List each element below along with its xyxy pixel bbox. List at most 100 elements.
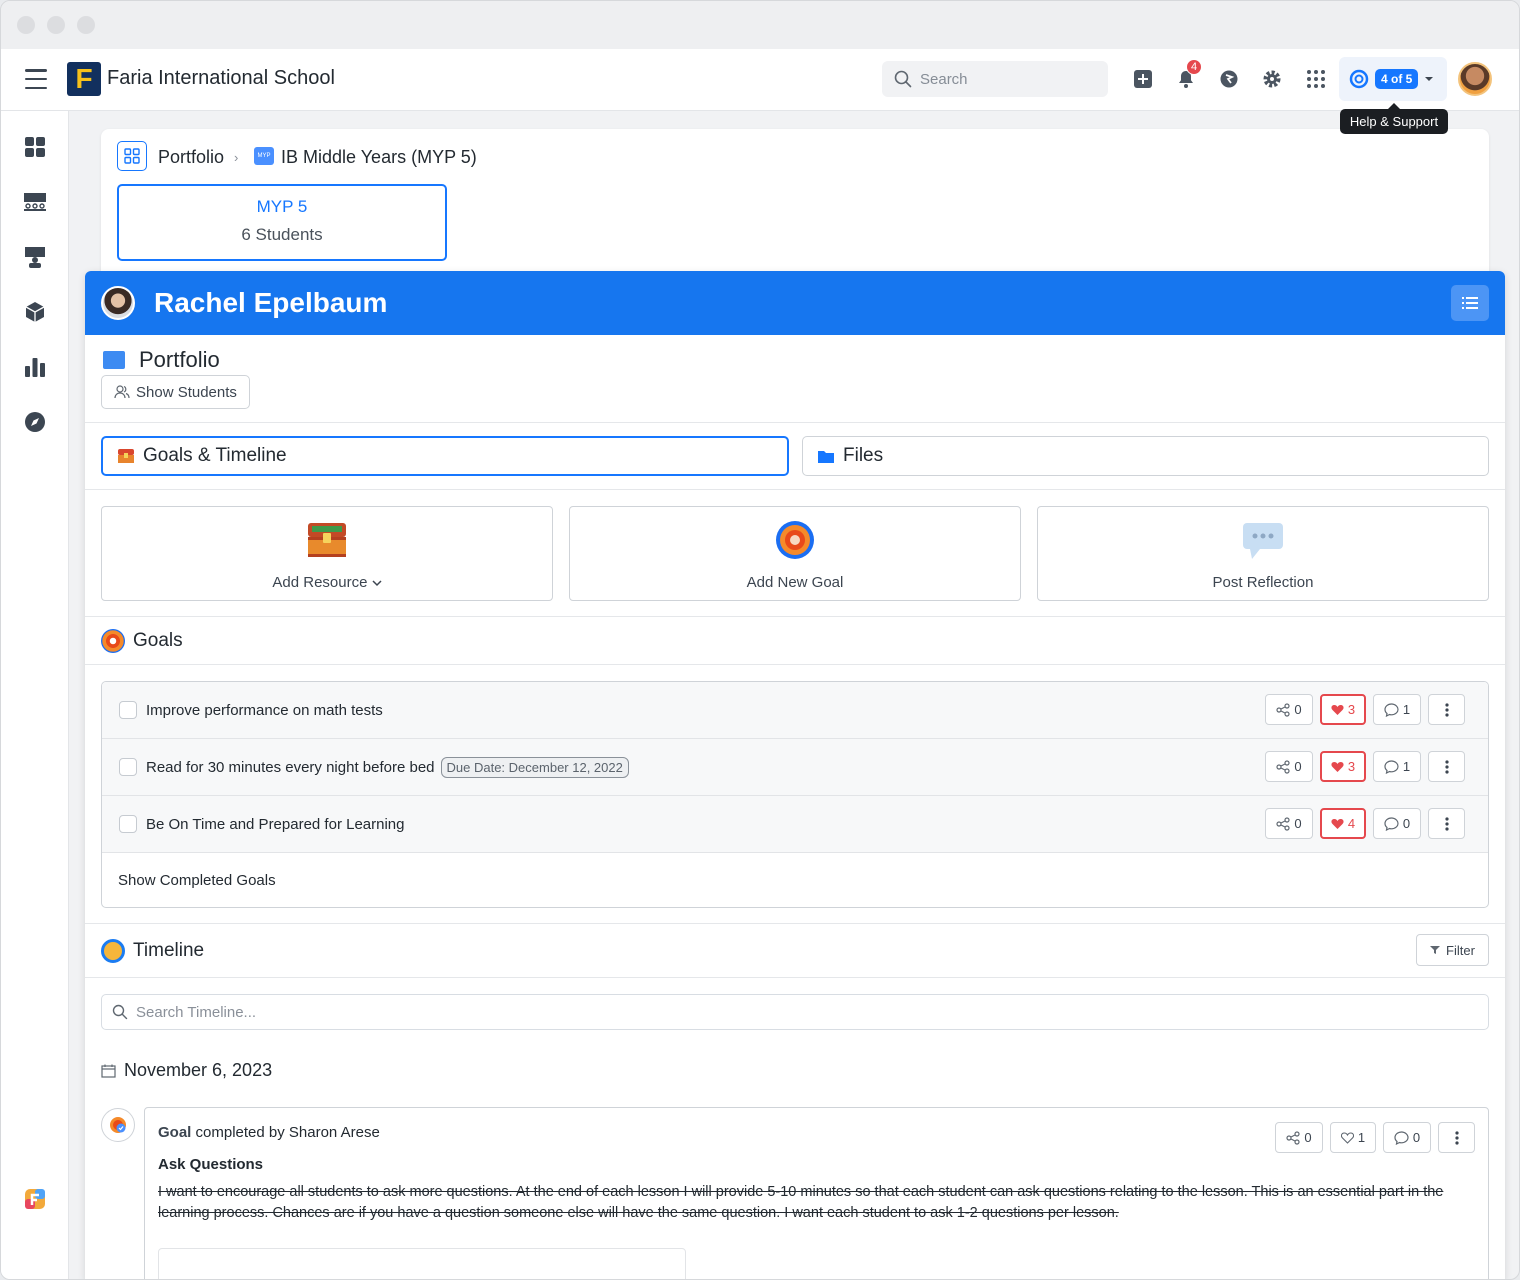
goal-share-button[interactable]: 0 <box>1265 751 1313 782</box>
goal-more-button[interactable] <box>1428 751 1465 782</box>
class-name: MYP 5 <box>256 197 308 216</box>
portfolio-heading: Portfolio <box>103 347 220 373</box>
post-meta: Goal completed by Sharon Arese <box>158 1124 380 1141</box>
goal-text[interactable]: Read for 30 minutes every night before b… <box>146 759 435 776</box>
tab-goals-timeline[interactable]: Goals & Timeline <box>101 436 789 476</box>
goal-like-button[interactable]: 3 <box>1320 751 1366 782</box>
sidebar-item-classes[interactable] <box>23 190 47 214</box>
sidebar-item-faria-app[interactable] <box>23 1187 47 1211</box>
goal-text[interactable]: Improve performance on math tests <box>146 702 383 719</box>
add-new-goal-label: Add New Goal <box>746 574 844 591</box>
settings-button[interactable] <box>1260 67 1284 91</box>
treasure-chest-icon <box>308 523 346 557</box>
share-icon <box>1276 816 1290 831</box>
window-minimize-dot[interactable] <box>47 16 65 34</box>
notifications-button[interactable]: 4 <box>1174 59 1202 91</box>
window-titlebar <box>1 1 1519 49</box>
tab-files[interactable]: Files <box>802 436 1489 476</box>
add-resource-button[interactable]: Add Resource <box>101 506 553 601</box>
goal-comment-button[interactable]: 1 <box>1373 751 1421 782</box>
goal-checkbox[interactable] <box>119 758 137 776</box>
left-sidebar <box>1 111 69 1279</box>
sidebar-item-teaching[interactable] <box>23 245 47 269</box>
post-body: I want to encourage all students to ask … <box>158 1184 1444 1221</box>
school-name[interactable]: Faria International School <box>107 67 335 90</box>
class-card-myp5[interactable]: MYP 5 6 Students <box>117 184 447 261</box>
comment-icon <box>1384 702 1399 717</box>
add-button[interactable] <box>1131 67 1155 91</box>
timeline-post-avatar <box>101 1108 135 1142</box>
window-close-dot[interactable] <box>17 16 35 34</box>
student-list-button[interactable] <box>1451 285 1489 321</box>
show-completed-goals-button[interactable]: Show Completed Goals <box>102 853 1488 907</box>
post-like-button[interactable]: 1 <box>1330 1122 1376 1153</box>
sidebar-item-resources[interactable] <box>23 300 47 324</box>
user-avatar[interactable] <box>1458 62 1492 96</box>
goal-checkbox[interactable] <box>119 701 137 719</box>
goals-list: Improve performance on math tests 0 3 1 … <box>101 681 1489 908</box>
post-reflection-button[interactable]: Post Reflection <box>1037 506 1489 601</box>
more-vertical-icon <box>1444 702 1449 717</box>
post-title: Ask Questions <box>158 1156 264 1173</box>
global-search-input[interactable]: Search <box>882 61 1108 97</box>
heart-icon <box>1331 761 1344 772</box>
folder-icon <box>818 450 834 463</box>
compass-icon <box>25 412 45 432</box>
top-navigation-bar: F Faria International School Search 4 4 … <box>1 49 1519 111</box>
divider <box>85 923 1505 924</box>
sidebar-item-explore[interactable] <box>23 410 47 434</box>
window-maximize-dot[interactable] <box>77 16 95 34</box>
menu-icon[interactable] <box>25 69 47 89</box>
school-logo[interactable]: F <box>67 62 101 96</box>
search-icon <box>112 1004 128 1020</box>
portfolio-grid-button[interactable] <box>117 141 147 171</box>
cube-icon <box>25 302 45 322</box>
sidebar-item-reports[interactable] <box>23 355 47 379</box>
dashboard-icon <box>25 137 45 157</box>
breadcrumb-current-program[interactable]: IB Middle Years (MYP 5) <box>281 147 477 168</box>
goal-more-button[interactable] <box>1428 694 1465 725</box>
timeline-search-input[interactable]: Search Timeline... <box>101 994 1489 1030</box>
post-share-button[interactable]: 0 <box>1275 1122 1323 1153</box>
goal-comment-button[interactable]: 0 <box>1373 808 1421 839</box>
help-support-button[interactable]: 4 of 5 <box>1339 57 1447 101</box>
breadcrumb-portfolio-link[interactable]: Portfolio <box>158 147 224 168</box>
goals-title: Goals <box>133 630 183 651</box>
goals-heading: Goals <box>101 629 183 653</box>
more-vertical-icon <box>1444 759 1449 774</box>
goal-row: Be On Time and Prepared for Learning 0 4… <box>102 796 1488 853</box>
timeline-date: November 6, 2023 <box>124 1060 273 1080</box>
timeline-filter-button[interactable]: Filter <box>1416 934 1489 966</box>
search-placeholder: Search <box>920 70 968 88</box>
caret-down-icon <box>1425 77 1434 81</box>
post-comment-button[interactable]: 0 <box>1383 1122 1431 1153</box>
gear-icon <box>1263 70 1281 88</box>
treasure-chest-icon <box>118 449 134 463</box>
goal-completed-icon <box>110 1117 126 1133</box>
target-icon <box>101 629 125 653</box>
goal-share-button[interactable]: 0 <box>1265 808 1313 839</box>
grid-icon <box>124 148 140 164</box>
messages-button[interactable] <box>1217 67 1241 91</box>
show-students-button[interactable]: Show Students <box>101 375 250 409</box>
student-portfolio-panel: Rachel Epelbaum Portfolio Show Students … <box>85 271 1505 1279</box>
goal-more-button[interactable] <box>1428 808 1465 839</box>
divider <box>85 422 1505 423</box>
comment-icon <box>1394 1130 1409 1145</box>
goal-like-button[interactable]: 3 <box>1320 694 1366 725</box>
goal-comment-button[interactable]: 1 <box>1373 694 1421 725</box>
sidebar-item-dashboard[interactable] <box>23 135 47 159</box>
post-more-button[interactable] <box>1438 1122 1475 1153</box>
goal-checkbox[interactable] <box>119 815 137 833</box>
more-vertical-icon <box>1444 816 1449 831</box>
apps-button[interactable] <box>1304 67 1328 91</box>
goal-share-button[interactable]: 0 <box>1265 694 1313 725</box>
users-icon <box>114 385 130 399</box>
goal-text[interactable]: Be On Time and Prepared for Learning <box>146 816 405 833</box>
post-attachment <box>158 1248 686 1279</box>
chevron-down-icon <box>372 580 382 587</box>
goal-like-button[interactable]: 4 <box>1320 808 1366 839</box>
student-name: Rachel Epelbaum <box>154 287 388 318</box>
add-new-goal-button[interactable]: Add New Goal <box>569 506 1021 601</box>
help-counter-badge: 4 of 5 <box>1375 69 1419 89</box>
